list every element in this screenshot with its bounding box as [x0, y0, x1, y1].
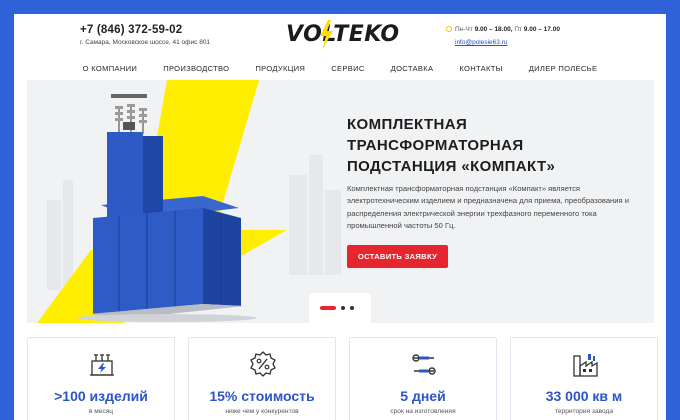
nav-item-production[interactable]: ПРОИЗВОДСТВО — [150, 58, 242, 80]
header-email-link[interactable]: info@polesie63.ru — [455, 39, 508, 46]
transformer-icon — [90, 354, 114, 376]
hours-time-1: 9.00 – 18.00, — [474, 26, 513, 33]
hours-days-2: Пт — [514, 26, 522, 33]
hero-title-line-3: ПОДСТАНЦИЯ «КОМПАКТ» — [347, 158, 556, 175]
page-container: +7 (846) 372-59-02 г. Самара, Московское… — [14, 14, 666, 420]
stat-label: ниже чем у конкурентов — [225, 408, 299, 415]
stat-value: 33 000 кв м — [545, 388, 623, 404]
slider-dot-3[interactable] — [350, 306, 354, 310]
hours-time-2: 9.00 – 17.00 — [523, 26, 560, 33]
nav-item-about[interactable]: О КОМПАНИИ — [70, 58, 151, 80]
site-logo[interactable]: VOLTEKO — [284, 18, 399, 54]
slider-dot-active[interactable] — [320, 306, 336, 310]
nav-item-contacts[interactable]: КОНТАКТЫ — [446, 58, 515, 80]
hero-title-line-2: ТРАНСФОРМАТОРНАЯ — [347, 137, 524, 154]
factory-icon — [573, 354, 598, 377]
stat-card-area: 33 000 кв м территория завода — [510, 337, 658, 420]
nav-item-dealer[interactable]: ДИЛЕР ПОЛЕСЬЕ — [516, 58, 611, 80]
hours-days-1: Пн-Чт — [455, 26, 473, 33]
nav-item-products[interactable]: ПРОДУКЦИЯ — [242, 58, 318, 80]
lightning-bolt-icon — [320, 20, 333, 50]
logo-text: VOLTEKO — [286, 22, 400, 47]
nav-item-service[interactable]: СЕРВИС — [318, 58, 377, 80]
hero-title: КОМПЛЕКТНАЯ ТРАНСФОРМАТОРНАЯ ПОДСТАНЦИЯ … — [347, 114, 627, 177]
hero-title-line-1: КОМПЛЕКТНАЯ — [347, 116, 468, 133]
nav-item-delivery[interactable]: ДОСТАВКА — [378, 58, 447, 80]
stat-label: в месяц — [88, 408, 114, 415]
slider-dot-2[interactable] — [341, 306, 345, 310]
stat-value: 15% стоимость — [209, 388, 315, 404]
header-phone[interactable]: +7 (846) 372-59-02 — [80, 24, 182, 36]
stat-label: территория завода — [554, 408, 614, 415]
hero-slider: КОМПЛЕКТНАЯ ТРАНСФОРМАТОРНАЯ ПОДСТАНЦИЯ … — [27, 80, 654, 323]
main-nav: О КОМПАНИИ ПРОИЗВОДСТВО ПРОДУКЦИЯ СЕРВИС… — [14, 58, 666, 80]
stat-card-price: 15% стоимость ниже чем у конкурентов — [188, 337, 336, 420]
header-address: г. Самара, Московское шоссе, 41 офис 801 — [80, 39, 211, 46]
stat-value: 5 дней — [400, 388, 446, 404]
slider-pagination — [309, 293, 371, 323]
stat-value: >100 изделий — [54, 388, 148, 404]
site-header: +7 (846) 372-59-02 г. Самара, Московское… — [14, 14, 666, 58]
percent-icon — [250, 351, 276, 377]
hero-description: Комплектная трансформаторная подстанция … — [347, 184, 629, 230]
tools-icon — [412, 354, 436, 375]
leave-request-button[interactable]: ОСТАВИТЬ ЗАЯВКУ — [347, 245, 448, 268]
clock-icon — [446, 26, 452, 32]
stat-card-term: 5 дней срок на изготовления — [349, 337, 497, 420]
stat-label: срок на изготовления — [390, 408, 456, 415]
stat-card-products: >100 изделий в месяц — [27, 337, 175, 420]
working-hours: Пн-Чт 9.00 – 18.00, Пт 9.00 – 17.00 — [446, 26, 560, 33]
